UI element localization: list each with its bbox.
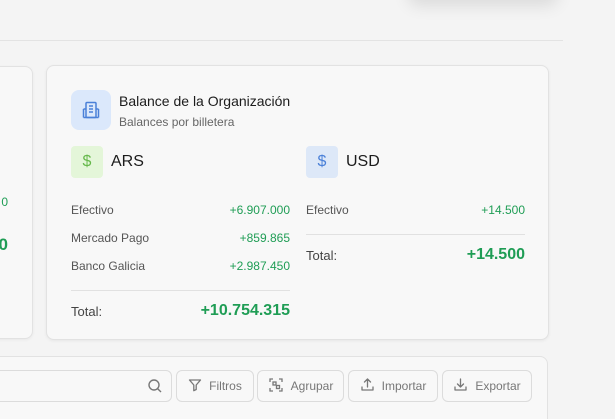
- wallet-label: Efectivo: [306, 203, 349, 217]
- total-amount: +10.754.315: [200, 302, 290, 319]
- wallet-label: Mercado Pago: [71, 231, 150, 245]
- building-icon: [71, 90, 111, 130]
- total-amount: +14.500: [466, 246, 525, 263]
- wallet-amount: +859.865: [239, 231, 290, 245]
- wallet-row: Mercado Pago +859.865: [71, 224, 290, 252]
- wallet-row: Efectivo +14.500: [306, 196, 525, 224]
- usd-total-row: Total: +14.500: [306, 235, 525, 275]
- usd-wallet-section: $ USD Efectivo +14.500 Total: +14.500: [306, 146, 525, 275]
- previous-card: 0 0: [0, 66, 33, 339]
- filter-button[interactable]: Filtros: [176, 370, 254, 402]
- export-button[interactable]: Exportar: [442, 370, 532, 402]
- download-icon: [453, 377, 468, 395]
- previous-card-total: 0: [0, 235, 8, 254]
- wallet-amount: +2.987.450: [229, 259, 290, 273]
- header-divider: [0, 40, 563, 41]
- export-button-label: Exportar: [475, 379, 521, 393]
- group-icon: [268, 377, 284, 396]
- dollar-icon: $: [306, 146, 338, 178]
- ars-header: $ ARS: [71, 146, 290, 178]
- search-icon: [147, 378, 163, 399]
- search-input[interactable]: [0, 370, 172, 402]
- ars-total-row: Total: +10.754.315: [71, 291, 290, 331]
- card-title: Balance de la Organización: [119, 93, 291, 109]
- dollar-icon: $: [71, 146, 103, 178]
- group-button[interactable]: Agrupar: [257, 370, 344, 402]
- import-button-label: Importar: [381, 379, 427, 393]
- currency-code: USD: [346, 153, 380, 170]
- ars-wallet-section: $ ARS Efectivo +6.907.000 Mercado Pago +…: [71, 146, 290, 331]
- organization-balance-card: Balance de la Organización Balances por …: [46, 65, 549, 340]
- app-viewport: 0 0 Balance de la Organización Balances …: [0, 0, 615, 419]
- wallet-label: Banco Galicia: [71, 259, 146, 273]
- card-subtitle: Balances por billetera: [119, 115, 235, 129]
- filter-button-label: Filtros: [209, 379, 242, 393]
- wallet-row: Banco Galicia +2.987.450: [71, 252, 290, 280]
- wallet-row: Efectivo +6.907.000: [71, 196, 290, 224]
- currency-code: ARS: [111, 153, 144, 170]
- usd-header: $ USD: [306, 146, 525, 178]
- previous-card-value: 0: [1, 195, 8, 209]
- wallet-amount: +14.500: [481, 203, 525, 217]
- total-label: Total:: [71, 303, 103, 319]
- wallet-amount: +6.907.000: [229, 203, 290, 217]
- wallet-label: Efectivo: [71, 203, 114, 217]
- filter-icon: [188, 378, 202, 395]
- group-button-label: Agrupar: [290, 379, 334, 393]
- upload-icon: [360, 377, 375, 395]
- import-button[interactable]: Importar: [348, 370, 438, 402]
- total-label: Total:: [306, 247, 338, 263]
